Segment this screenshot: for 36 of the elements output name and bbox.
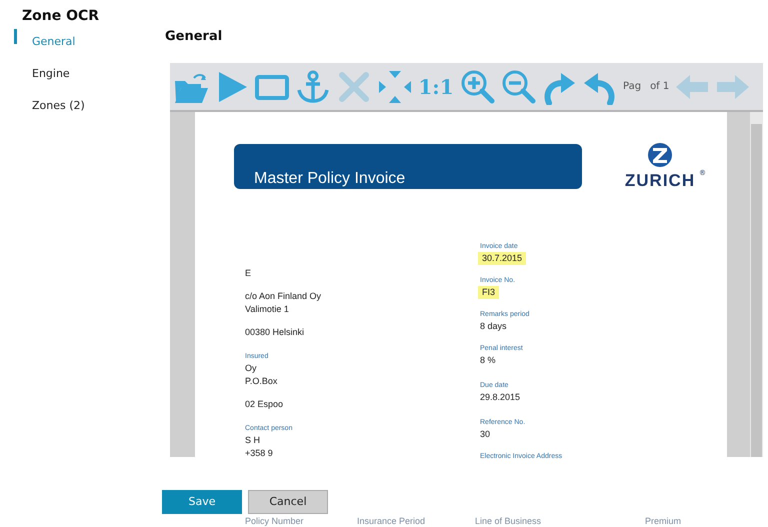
column-header: Insurance Period	[357, 515, 426, 527]
address-line: +358 9	[245, 447, 274, 460]
app-title: Zone OCR	[21, 7, 100, 26]
address-line: 00380 Helsinki	[245, 326, 306, 339]
address-line: c/o Aon Finland Oy	[245, 290, 322, 303]
field-value: 8 %	[480, 354, 497, 367]
cancel-button[interactable]: Cancel	[248, 490, 328, 514]
save-button[interactable]: Save	[162, 490, 242, 514]
banner-title: Master Policy Invoice	[254, 169, 406, 189]
address-line: Oy	[245, 362, 258, 375]
zoom-out-icon[interactable]	[500, 68, 536, 106]
sidebar-item[interactable]: Zones (2)	[0, 90, 85, 122]
address-line: 02 Espoo	[245, 398, 284, 411]
address-line: Valimotie 1	[245, 303, 290, 316]
column-header: Premium	[645, 515, 682, 527]
column-header: Line of Business	[475, 515, 542, 527]
address-line: P.O.Box	[245, 375, 278, 388]
address-line: E	[245, 267, 252, 280]
scrollbar[interactable]	[750, 112, 763, 457]
logo-icon	[647, 142, 673, 168]
column-header: Policy Number	[245, 515, 305, 527]
highlighted-value: 30.7.2015	[478, 252, 526, 265]
sidebar-item[interactable]: General	[0, 26, 76, 58]
section-heading: General	[165, 28, 224, 46]
field-value: 30	[480, 428, 492, 441]
scrollbar-thumb[interactable]	[751, 124, 762, 457]
field-value: 8 days	[480, 320, 508, 333]
address-line: S H	[245, 434, 262, 447]
zoom-in-icon[interactable]	[459, 68, 495, 106]
page-total: of 1	[650, 80, 670, 94]
field-value: 29.8.2015	[480, 391, 522, 404]
highlighted-value: FI3	[478, 286, 500, 299]
sidebar-item[interactable]: Engine	[0, 58, 70, 90]
page-label: Pag	[623, 80, 642, 94]
logo-text: ZURICH	[624, 170, 696, 192]
anchor-icon[interactable]	[295, 68, 331, 106]
